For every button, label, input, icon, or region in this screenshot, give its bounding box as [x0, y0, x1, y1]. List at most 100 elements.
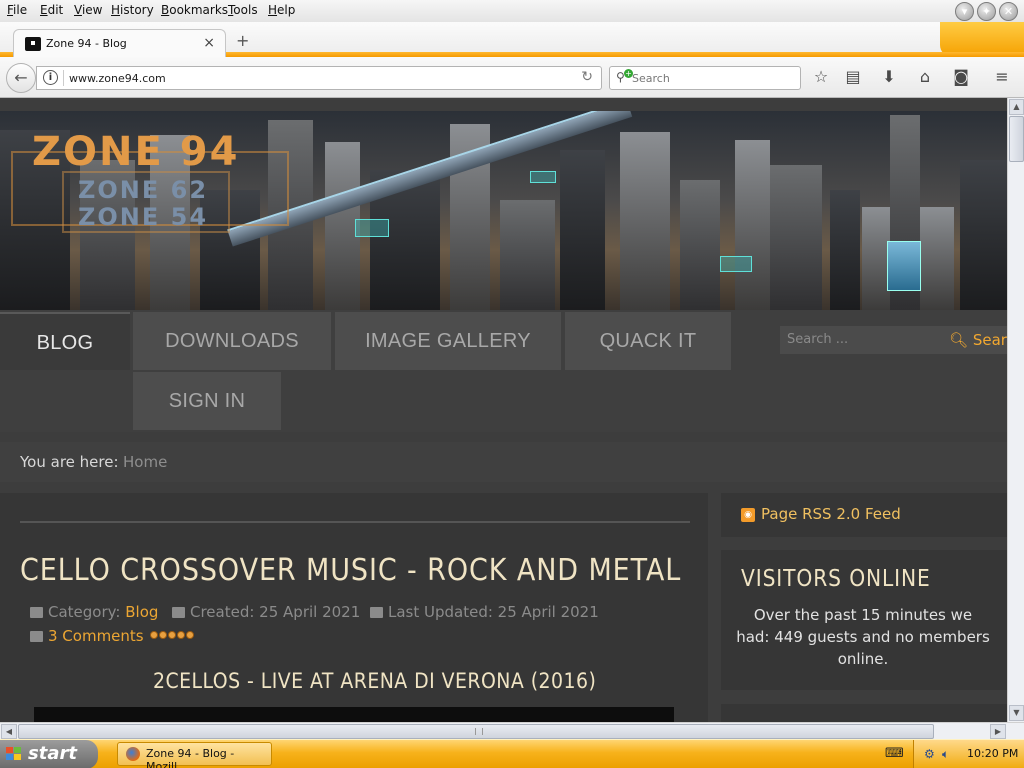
rating-star-icon[interactable] — [186, 631, 194, 639]
scroll-down-icon[interactable]: ▼ — [1009, 705, 1024, 721]
menu-file[interactable]: File — [7, 3, 27, 17]
category-label: Category: — [48, 603, 121, 621]
logo-subtitle-1: ZONE 62 — [78, 176, 209, 204]
url-text[interactable]: www.zone94.com — [69, 72, 166, 85]
logo-subtitle-2: ZONE 54 — [78, 203, 209, 231]
clock[interactable]: 10:20 PM — [967, 747, 1018, 760]
site-favicon-icon — [25, 37, 41, 51]
site-nav: BLOG DOWNLOADS IMAGE GALLERY QUACK IT SI… — [0, 310, 1007, 432]
bookmarks-list-icon[interactable]: ▤ — [843, 67, 863, 87]
breadcrumb: You are here: Home — [0, 442, 1007, 482]
close-window-icon[interactable]: ✕ — [999, 2, 1018, 21]
category-link[interactable]: Blog — [125, 603, 158, 621]
pocket-icon[interactable]: ◙ — [951, 67, 971, 87]
window-controls: ▾ ✦ ✕ — [955, 2, 1018, 21]
site-search-label: Search — [972, 331, 1007, 349]
site-search-placeholder: Search ... — [787, 332, 849, 347]
article-subtitle: 2CELLOS - LIVE AT ARENA DI VERONA (2016) — [153, 669, 597, 693]
system-tray: ⚙ 🔈︎ 10:20 PM — [913, 740, 1024, 768]
browser-search-placeholder: Search — [632, 72, 670, 85]
url-separator — [63, 70, 64, 86]
comment-icon — [30, 631, 43, 642]
rating-star-icon[interactable] — [177, 631, 185, 639]
taskbar-firefox-button[interactable]: Zone 94 - Blog - Mozill... — [117, 742, 272, 768]
nav-downloads[interactable]: DOWNLOADS — [133, 312, 331, 370]
windows-taskbar: start Zone 94 - Blog - Mozill... ⌨ ⚙ 🔈︎ … — [0, 739, 1024, 768]
restore-icon[interactable]: ✦ — [977, 2, 996, 21]
tab-zone94-blog[interactable]: Zone 94 - Blog × — [13, 29, 226, 57]
video-embed[interactable] — [34, 707, 674, 722]
menu-view[interactable]: View — [74, 3, 102, 17]
rating-star-icon[interactable] — [159, 631, 167, 639]
folder-icon — [30, 607, 43, 618]
bookmark-star-icon[interactable]: ☆ — [811, 67, 831, 87]
breadcrumb-home[interactable]: Home — [123, 453, 167, 471]
visitors-title: VISITORS ONLINE — [741, 566, 931, 592]
vertical-scrollbar[interactable]: ▲ ▼ — [1007, 98, 1024, 722]
page-content: ZONE 94 ZONE 62 ZONE 54 BLOG DOWNLOADS I… — [0, 98, 1007, 722]
banner-screen — [887, 241, 921, 291]
horizontal-scrollbar[interactable]: ◀ ▶ — [0, 722, 1024, 739]
rating-stars[interactable] — [150, 631, 194, 639]
hamburger-menu-icon[interactable]: ≡ — [992, 67, 1012, 87]
site-info-icon[interactable]: i — [43, 70, 58, 85]
menu-edit[interactable]: Edit — [40, 3, 63, 17]
volume-icon[interactable]: 🔈︎ — [942, 747, 949, 762]
start-label: start — [28, 743, 77, 764]
tab-strip: Zone 94 - Blog × + — [0, 22, 1024, 57]
article: CELLO CROSSOVER MUSIC - ROCK AND METAL C… — [0, 493, 708, 722]
browser-search-input[interactable]: ⚲ + Search — [609, 66, 801, 90]
network-icon[interactable]: ⚙ — [924, 747, 935, 761]
scroll-up-icon[interactable]: ▲ — [1009, 99, 1024, 115]
rating-star-icon[interactable] — [168, 631, 176, 639]
vertical-scroll-thumb[interactable] — [1009, 116, 1024, 162]
back-button[interactable]: ← — [6, 63, 36, 93]
updated-date: Last Updated: 25 April 2021 — [388, 603, 599, 621]
reload-icon[interactable]: ↻ — [581, 69, 593, 85]
article-comments: 3 Comments — [30, 627, 144, 645]
horizontal-scroll-thumb[interactable] — [18, 724, 934, 739]
menu-history[interactable]: History — [111, 3, 154, 17]
scroll-right-icon[interactable]: ▶ — [990, 724, 1006, 739]
visitors-module: VISITORS ONLINE Over the past 15 minutes… — [721, 550, 1007, 690]
rss-icon: ◉ — [741, 508, 755, 522]
calendar-icon — [172, 607, 185, 618]
back-arrow-icon: ← — [14, 68, 28, 87]
nav-quack-it[interactable]: QUACK IT — [565, 312, 731, 370]
home-icon[interactable]: ⌂ — [915, 67, 935, 87]
calendar-icon — [370, 607, 383, 618]
taskbar-task-label: Zone 94 - Blog - Mozill... — [146, 747, 235, 768]
menu-tools[interactable]: Tools — [228, 3, 258, 17]
rss-link[interactable]: Page RSS 2.0 Feed — [761, 505, 901, 523]
site-search-input[interactable]: Search ... — [780, 326, 944, 354]
site-banner[interactable]: ZONE 94 ZONE 62 ZONE 54 — [0, 111, 1007, 310]
article-category: Category: Blog — [30, 603, 158, 621]
nav-toolbar: i www.zone94.com ↻ ← ⚲ + Search ☆ ▤ ⬇ ⌂ … — [0, 57, 1024, 98]
divider — [20, 521, 690, 523]
scroll-grip-icon — [475, 728, 483, 735]
menu-help[interactable]: Help — [268, 3, 295, 17]
screen: File Edit View History Bookmarks Tools H… — [0, 0, 1024, 768]
keyboard-icon[interactable]: ⌨ — [885, 746, 904, 761]
article-title[interactable]: CELLO CROSSOVER MUSIC - ROCK AND METAL — [20, 553, 681, 588]
nav-image-gallery[interactable]: IMAGE GALLERY — [335, 312, 561, 370]
url-bar[interactable]: i www.zone94.com ↻ — [36, 66, 602, 90]
comments-link[interactable]: 3 Comments — [48, 627, 144, 645]
firefox-icon — [126, 747, 140, 761]
new-tab-button[interactable]: + — [236, 31, 249, 50]
downloads-icon[interactable]: ⬇ — [879, 67, 899, 87]
rss-module: ◉ Page RSS 2.0 Feed — [721, 493, 1007, 537]
start-button[interactable]: start — [0, 740, 98, 768]
created-date: Created: 25 April 2021 — [190, 603, 361, 621]
article-created: Created: 25 April 2021 — [172, 603, 360, 621]
tab-close-icon[interactable]: × — [203, 35, 215, 51]
minimize-icon[interactable]: ▾ — [955, 2, 974, 21]
site-logo[interactable]: ZONE 94 — [32, 129, 239, 175]
search-icon: 🔍︎ — [949, 331, 969, 349]
nav-sign-in[interactable]: SIGN IN — [133, 372, 281, 430]
site-search-button[interactable]: 🔍︎ Search — [944, 326, 1007, 354]
nav-blog[interactable]: BLOG — [0, 312, 130, 370]
rating-star-icon[interactable] — [150, 631, 158, 639]
menu-bookmarks[interactable]: Bookmarks — [161, 3, 228, 17]
scroll-left-icon[interactable]: ◀ — [1, 724, 17, 739]
